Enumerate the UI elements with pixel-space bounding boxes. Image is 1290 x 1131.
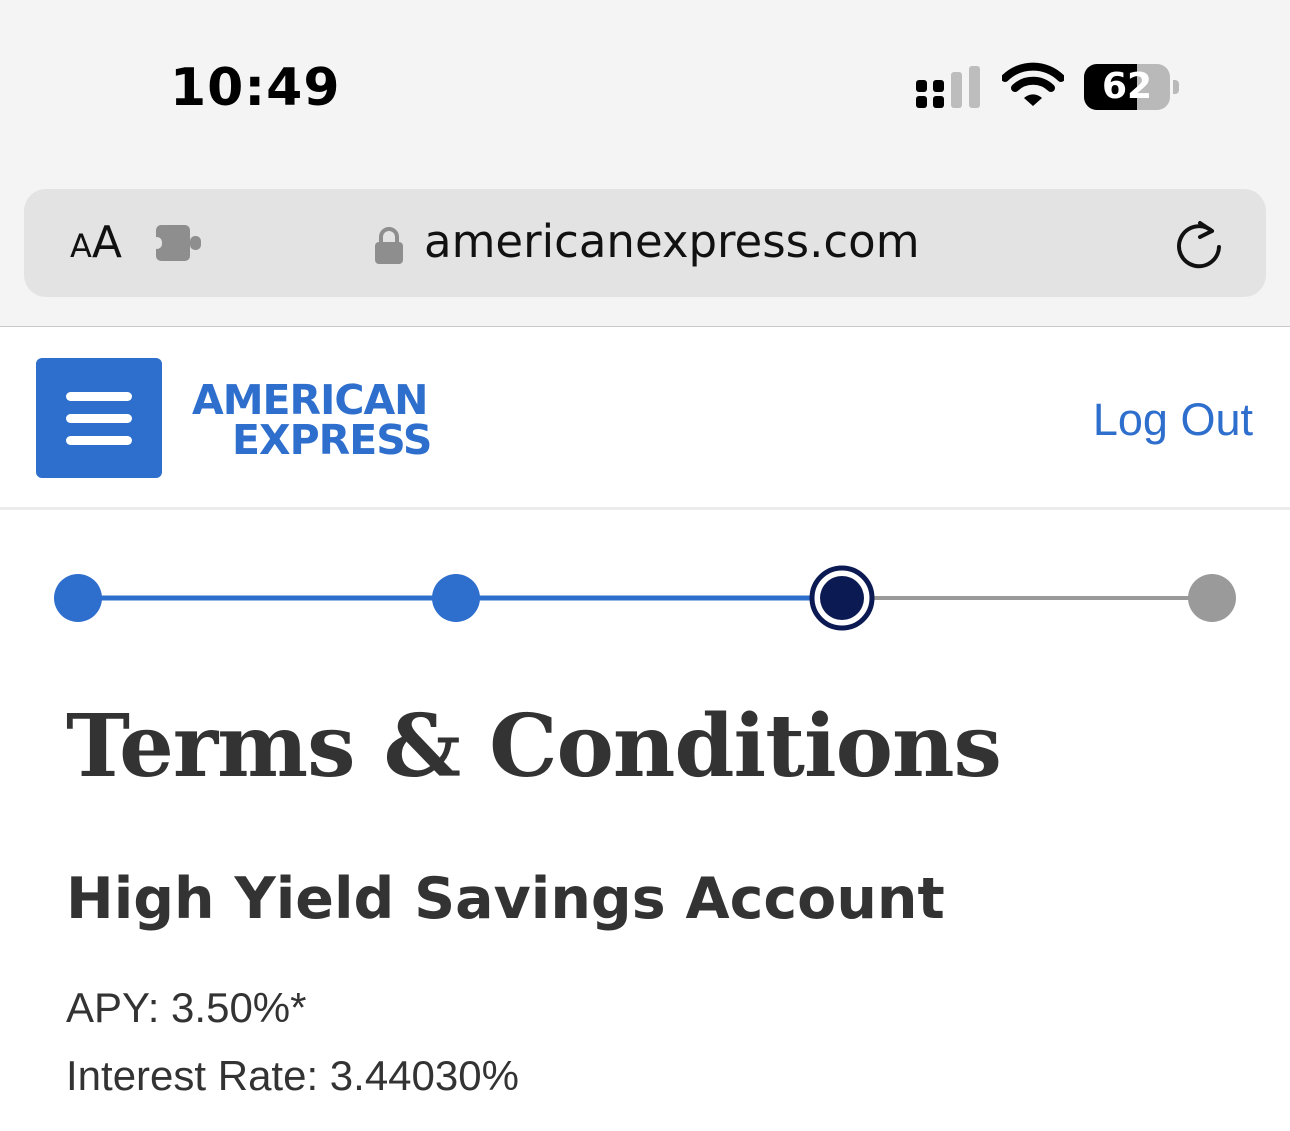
lock-icon [375,227,403,264]
hamburger-menu-button[interactable] [36,358,162,478]
interest-rate-value: Interest Rate: 3.44030% [66,1052,519,1099]
progress-step-upcoming [1188,574,1236,622]
hamburger-menu-icon [66,392,132,401]
url-text[interactable]: americanexpress.com [424,215,920,268]
apy-value: APY: 3.50%* [66,984,307,1031]
site-header: AMERICAN EXPRESS Log Out [0,328,1290,510]
address-bar[interactable]: AA americanexpress.com [24,189,1266,297]
text-size-button[interactable]: AA [70,217,140,269]
extension-icon[interactable] [152,221,204,265]
product-name: High Yield Savings Account [66,866,945,932]
text-size-small-label: A [70,227,92,265]
status-time: 10:49 [170,58,341,118]
progress-step-completed [54,574,102,622]
progress-step-completed [432,574,480,622]
battery-icon: 62 [1084,64,1180,110]
browser-toolbar: AA americanexpress.com [0,175,1290,327]
american-express-logo[interactable]: AMERICAN EXPRESS [192,376,472,466]
progress-step-current-dot [820,576,864,620]
progress-stepper [54,565,1236,631]
status-bar: 10:49 62 [0,0,1290,175]
battery-percent: 62 [1101,66,1153,107]
logout-link[interactable]: Log Out [1093,394,1253,446]
wifi-icon [1002,62,1064,106]
text-size-large-label: A [91,217,122,268]
page-title: Terms & Conditions [66,696,1002,797]
logo-line2: EXPRESS [232,416,432,464]
reload-icon[interactable] [1172,217,1226,271]
cellular-signal-icon [916,66,980,108]
